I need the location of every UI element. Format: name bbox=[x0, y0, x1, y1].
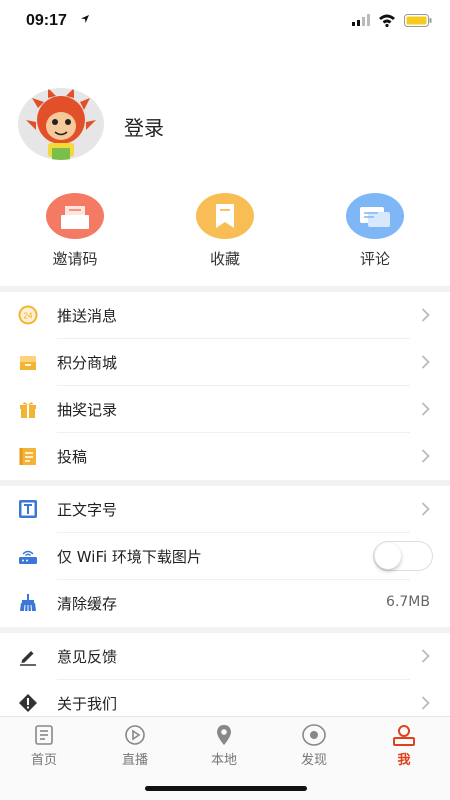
envelope-icon bbox=[46, 193, 104, 239]
tab-discover[interactable]: 发现 bbox=[284, 723, 344, 773]
menu-item-lottery-records[interactable]: 抽奖记录 bbox=[0, 386, 450, 433]
chevron-right-icon bbox=[421, 402, 430, 416]
chevron-right-icon bbox=[421, 355, 430, 369]
menu-item-label: 意见反馈 bbox=[57, 648, 118, 666]
favorites-button[interactable]: 收藏 bbox=[185, 193, 265, 273]
chevron-right-icon bbox=[421, 449, 430, 463]
info-diamond-icon bbox=[19, 694, 37, 712]
menu-item-label: 抽奖记录 bbox=[57, 401, 118, 419]
menu-item-feedback[interactable]: 意见反馈 bbox=[0, 633, 450, 680]
chevron-right-icon bbox=[421, 308, 430, 322]
tab-label: 我 bbox=[397, 753, 411, 768]
router-icon bbox=[19, 550, 37, 564]
chevron-right-icon bbox=[421, 696, 430, 710]
tab-me[interactable]: 我 bbox=[374, 723, 434, 773]
notebook-icon bbox=[19, 448, 36, 465]
location-arrow-icon bbox=[81, 15, 89, 23]
pencil-icon bbox=[20, 651, 36, 666]
comments-button[interactable]: 评论 bbox=[335, 193, 415, 273]
login-button[interactable]: 登录 bbox=[124, 112, 164, 141]
cache-size-value: 6.7MB bbox=[386, 594, 430, 610]
tab-label: 本地 bbox=[210, 753, 237, 768]
chevron-right-icon bbox=[421, 649, 430, 663]
font-size-icon bbox=[19, 500, 37, 518]
status-bar: 09:17 bbox=[0, 0, 450, 44]
toggle-knob bbox=[375, 543, 401, 569]
menu-item-points-mall[interactable]: 积分商城 bbox=[0, 339, 450, 386]
menu-item-label: 清除缓存 bbox=[57, 595, 118, 613]
tab-live[interactable]: 直播 bbox=[105, 723, 165, 773]
menu-item-font-size[interactable]: 正文字号 bbox=[0, 486, 450, 533]
comment-icon bbox=[346, 193, 404, 239]
cellular-signal-icon bbox=[352, 14, 370, 26]
play-icon bbox=[125, 725, 145, 745]
menu-item-label: 推送消息 bbox=[57, 307, 118, 325]
gift-icon bbox=[20, 402, 36, 418]
menu-item-submit-article[interactable]: 投稿 bbox=[0, 433, 450, 480]
profile-icon bbox=[393, 725, 415, 746]
menu-item-clear-cache[interactable]: 清除缓存 6.7MB bbox=[0, 580, 450, 627]
mascot-avatar-icon bbox=[26, 88, 96, 160]
menu-item-label: 关于我们 bbox=[57, 695, 118, 713]
discover-icon bbox=[302, 724, 326, 746]
favorites-label: 收藏 bbox=[209, 250, 240, 268]
wifi-icon bbox=[379, 14, 395, 27]
broom-icon bbox=[20, 594, 36, 612]
push-badge-icon: 24 bbox=[18, 305, 38, 325]
menu-item-label: 投稿 bbox=[57, 448, 88, 466]
comments-label: 评论 bbox=[359, 250, 390, 268]
push-badge-count: 24 bbox=[24, 312, 33, 321]
home-indicator bbox=[145, 786, 307, 791]
menu-item-label: 仅 WiFi 环境下载图片 bbox=[57, 548, 202, 566]
menu-item-wifi-only-images: 仅 WiFi 环境下载图片 bbox=[0, 533, 450, 580]
tab-local[interactable]: 本地 bbox=[194, 723, 254, 773]
tab-label: 直播 bbox=[121, 753, 148, 768]
menu-item-label: 积分商城 bbox=[57, 354, 118, 372]
menu-item-push-messages[interactable]: 24 推送消息 bbox=[0, 292, 450, 339]
tab-home[interactable]: 首页 bbox=[14, 723, 74, 773]
wifi-only-toggle[interactable] bbox=[373, 541, 433, 571]
store-box-icon bbox=[20, 356, 36, 370]
menu-item-label: 正文字号 bbox=[57, 501, 118, 519]
bookmark-icon bbox=[196, 193, 254, 239]
invite-code-button[interactable]: 邀请码 bbox=[35, 193, 115, 273]
tab-label: 首页 bbox=[30, 753, 57, 768]
news-icon bbox=[35, 725, 53, 745]
status-time: 09:17 bbox=[26, 12, 67, 29]
avatar[interactable] bbox=[18, 88, 104, 160]
invite-code-label: 邀请码 bbox=[52, 250, 98, 268]
battery-icon bbox=[404, 14, 432, 27]
location-pin-icon bbox=[217, 725, 231, 745]
chevron-right-icon bbox=[421, 502, 430, 516]
tab-label: 发现 bbox=[300, 753, 327, 768]
